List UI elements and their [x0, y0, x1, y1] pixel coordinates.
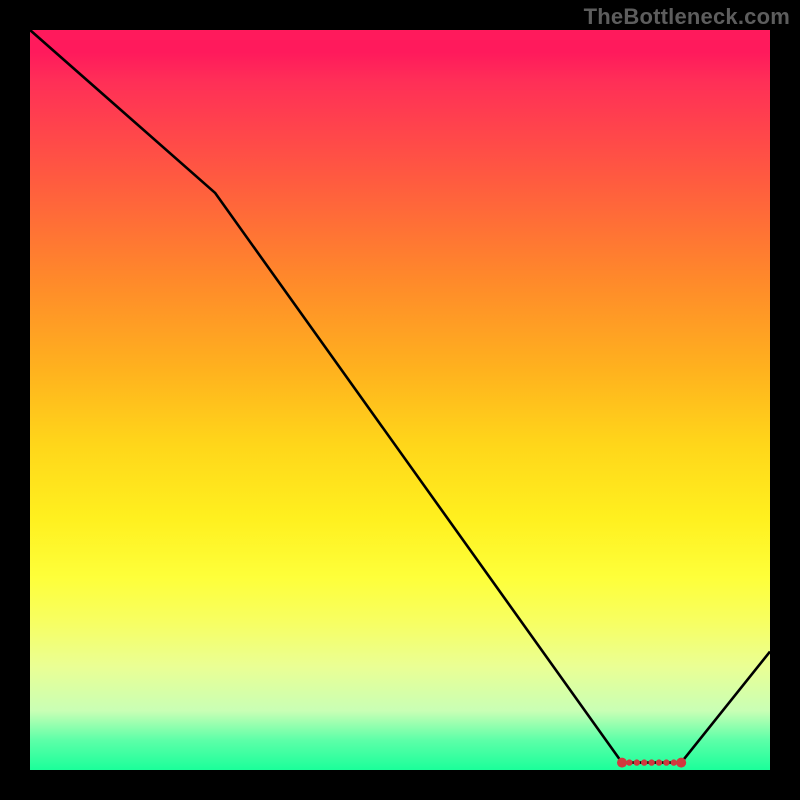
- marker-dot: [626, 759, 632, 765]
- marker-dot: [634, 759, 640, 765]
- marker-dot: [641, 759, 647, 765]
- marker-band: [617, 758, 686, 768]
- marker-dot: [648, 759, 654, 765]
- chart-stage: TheBottleneck.com: [0, 0, 800, 800]
- marker-dot: [676, 758, 686, 768]
- marker-dot: [617, 758, 627, 768]
- marker-dot: [671, 759, 677, 765]
- attribution-label: TheBottleneck.com: [584, 4, 790, 30]
- chart-overlay: [30, 30, 770, 770]
- marker-dot: [656, 759, 662, 765]
- bottleneck-curve: [30, 30, 770, 763]
- marker-dot: [663, 759, 669, 765]
